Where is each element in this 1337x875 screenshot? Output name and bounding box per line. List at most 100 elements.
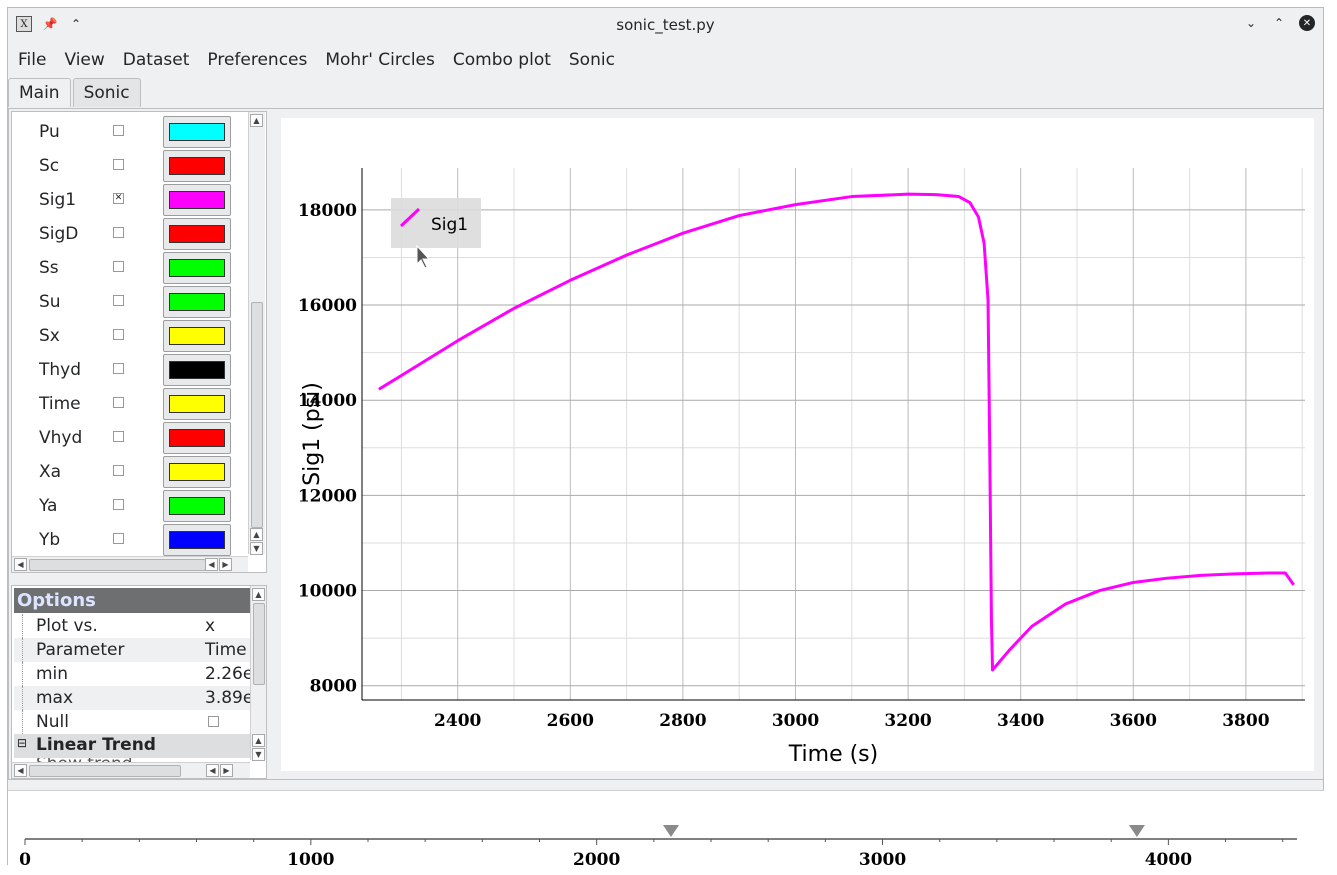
- parameter-row-sx[interactable]: Sx: [12, 319, 252, 353]
- parameter-row-ya[interactable]: Ya: [12, 489, 252, 523]
- color-picker-button[interactable]: [163, 218, 231, 250]
- plot-area[interactable]: 2400 2600 2800 3000 3200 3400 3600 3800 8000 1000…: [281, 118, 1314, 771]
- parameter-checkbox[interactable]: [113, 499, 124, 510]
- parameter-list-hscroll[interactable]: ◀ ◀ ▶: [12, 556, 248, 572]
- color-picker-button[interactable]: [163, 456, 231, 488]
- menu-mohr-circles[interactable]: Mohr' Circles: [315, 46, 443, 74]
- x-tick-label: 3400: [997, 711, 1044, 731]
- parameter-name: Xa: [39, 462, 62, 482]
- parameter-checkbox[interactable]: [113, 227, 124, 238]
- scroll-right-icon[interactable]: ▶: [219, 558, 232, 571]
- parameter-row-xa[interactable]: Xa: [12, 455, 252, 489]
- parameter-list-vscroll-thumb[interactable]: [251, 302, 263, 528]
- scroll-right-icon[interactable]: ▶: [220, 764, 233, 777]
- parameter-row-sc[interactable]: Sc: [12, 149, 252, 183]
- color-picker-button[interactable]: [163, 524, 231, 556]
- parameter-row-vhyd[interactable]: Vhyd: [12, 421, 252, 455]
- linear-trend-section[interactable]: ⊟ Linear Trend: [14, 734, 250, 758]
- parameter-row-sigd[interactable]: SigD: [12, 217, 252, 251]
- menu-view[interactable]: View: [54, 46, 112, 74]
- color-picker-button[interactable]: [163, 490, 231, 522]
- close-icon[interactable]: ✕: [1299, 15, 1315, 31]
- parameter-list-hscroll-thumb[interactable]: [29, 559, 206, 571]
- tab-bar: Main Sonic: [8, 78, 143, 107]
- color-picker-button[interactable]: [163, 116, 231, 148]
- parameter-checkbox[interactable]: [113, 329, 124, 340]
- options-vscroll[interactable]: ▲ ▲ ▼: [250, 586, 266, 761]
- color-swatch: [169, 497, 225, 515]
- series-line-sig1[interactable]: [378, 192, 1295, 672]
- scroll-left-icon[interactable]: ◀: [205, 558, 218, 571]
- y-tick-label: 10000: [298, 582, 357, 602]
- tab-sonic[interactable]: Sonic: [72, 78, 141, 107]
- parameter-checkbox[interactable]: [113, 465, 124, 476]
- parameter-checkbox[interactable]: [113, 397, 124, 408]
- color-picker-button[interactable]: [163, 286, 231, 318]
- color-picker-button[interactable]: [163, 388, 231, 420]
- scroll-left-icon[interactable]: ◀: [14, 558, 27, 571]
- color-picker-button[interactable]: [163, 252, 231, 284]
- parameter-row-pu[interactable]: Pu: [12, 115, 252, 149]
- options-hscroll-thumb[interactable]: [29, 765, 181, 777]
- parameter-checkbox[interactable]: [113, 363, 124, 374]
- option-null[interactable]: Null: [14, 710, 250, 734]
- overview-tick-label: 2000: [573, 850, 620, 865]
- color-swatch: [169, 531, 225, 549]
- parameter-row-yb[interactable]: Yb: [12, 523, 252, 557]
- range-slider[interactable]: 0 1000 2000 3000 4000: [8, 790, 1324, 870]
- range-max-handle[interactable]: [1128, 825, 1145, 837]
- range-min-handle[interactable]: [663, 825, 680, 837]
- parameter-checkbox[interactable]: ✕: [113, 193, 124, 204]
- parameter-row-time[interactable]: Time: [12, 387, 252, 421]
- scroll-left-icon[interactable]: ◀: [206, 764, 219, 777]
- options-hscroll[interactable]: ◀ ◀ ▶: [12, 762, 250, 778]
- parameter-name: SigD: [39, 224, 79, 244]
- parameter-checkbox[interactable]: [113, 125, 124, 136]
- tab-main[interactable]: Main: [8, 78, 71, 107]
- scroll-down-icon[interactable]: ▼: [252, 748, 265, 761]
- y-tick-label: 16000: [298, 296, 357, 316]
- window-title: sonic_test.py: [616, 16, 715, 34]
- collapse-icon[interactable]: ⊟: [17, 736, 27, 750]
- menu-file[interactable]: File: [8, 46, 54, 74]
- scroll-up-icon[interactable]: ▲: [252, 588, 265, 601]
- parameter-row-sig1[interactable]: Sig1 ✕: [12, 183, 252, 217]
- parameter-checkbox[interactable]: [113, 431, 124, 442]
- main-chart[interactable]: 2400 2600 2800 3000 3200 3400 3600 3800 8000 1000…: [281, 118, 1314, 771]
- parameter-checkbox[interactable]: [113, 295, 124, 306]
- overview-tick-label: 0: [19, 850, 31, 865]
- maximize-icon[interactable]: ⌃: [1271, 15, 1287, 31]
- options-vscroll-thumb[interactable]: [253, 603, 265, 685]
- option-plot-vs[interactable]: Plot vs. x: [14, 614, 250, 638]
- minimize-icon[interactable]: ⌄: [1243, 15, 1259, 31]
- main-window: X 📌 ⌃ sonic_test.py ⌄ ⌃ ✕ File View Data…: [7, 7, 1324, 870]
- scroll-up-icon[interactable]: ▲: [252, 734, 265, 747]
- parameter-checkbox[interactable]: [113, 533, 124, 544]
- parameter-name: Pu: [39, 122, 60, 142]
- menu-sonic[interactable]: Sonic: [559, 46, 623, 74]
- null-checkbox[interactable]: [208, 716, 219, 727]
- parameter-checkbox[interactable]: [113, 261, 124, 272]
- option-max[interactable]: max 3.89e: [14, 686, 253, 710]
- option-parameter[interactable]: Parameter Time: [14, 638, 250, 662]
- parameter-name: Sx: [39, 326, 60, 346]
- menu-dataset[interactable]: Dataset: [113, 46, 198, 74]
- color-picker-button[interactable]: [163, 150, 231, 182]
- color-picker-button[interactable]: [163, 320, 231, 352]
- x-axis-title: Time (s): [788, 742, 878, 767]
- option-min[interactable]: min 2.26e: [14, 662, 253, 686]
- scroll-left-icon[interactable]: ◀: [14, 764, 27, 777]
- range-overview-axis[interactable]: 0 1000 2000 3000 4000: [8, 791, 1324, 870]
- menu-preferences[interactable]: Preferences: [197, 46, 315, 74]
- parameter-row-su[interactable]: Su: [12, 285, 252, 319]
- parameter-name: Vhyd: [39, 428, 83, 448]
- color-picker-button[interactable]: [163, 422, 231, 454]
- parameter-row-thyd[interactable]: Thyd: [12, 353, 252, 387]
- y-tick-label: 8000: [310, 677, 357, 697]
- parameter-checkbox[interactable]: [113, 159, 124, 170]
- color-picker-button[interactable]: [163, 184, 231, 216]
- parameter-row-ss[interactable]: Ss: [12, 251, 252, 285]
- color-picker-button[interactable]: [163, 354, 231, 386]
- color-swatch: [169, 395, 225, 413]
- menu-combo-plot[interactable]: Combo plot: [443, 46, 559, 74]
